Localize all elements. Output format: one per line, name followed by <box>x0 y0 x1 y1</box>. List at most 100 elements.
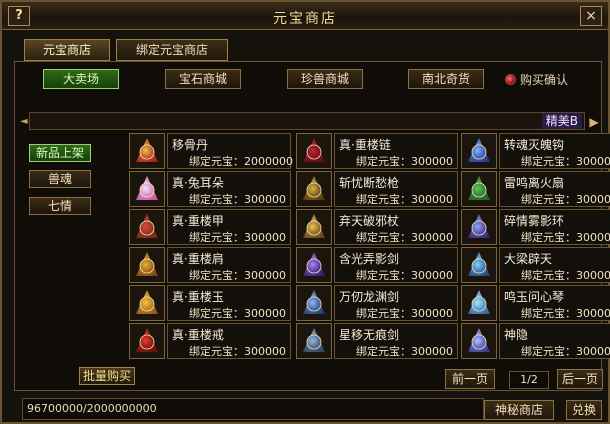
wing-icon[interactable] <box>461 323 497 359</box>
item-info[interactable]: 移骨丹 绑定元宝：2000000 <box>167 133 293 169</box>
star-sword-icon[interactable] <box>296 323 332 359</box>
staff-icon[interactable] <box>296 209 332 245</box>
shop-item[interactable]: 鸣玉问心琴绑定元宝：300000 <box>461 285 610 321</box>
sword-icon[interactable] <box>296 247 332 283</box>
side-new-arrivals-button[interactable]: 新品上架 <box>29 144 91 162</box>
price-label: 绑定元宝： <box>521 193 576 206</box>
shop-item[interactable]: 真·重楼玉 绑定元宝：300000 <box>129 285 291 321</box>
item-info[interactable]: 含光弄影剑 绑定元宝：300000 <box>334 247 458 283</box>
price-value: 300000 <box>576 345 610 358</box>
prev-page-button[interactable]: 前一页 <box>445 369 495 389</box>
item-name: 真·重楼链 <box>339 138 391 152</box>
price-value: 300000 <box>244 231 286 244</box>
shop-item[interactable]: 转魂灭魄钩绑定元宝：300000 <box>461 133 610 169</box>
shop-item[interactable]: 雷鸣离火扇绑定元宝：300000 <box>461 171 610 207</box>
exchange-button[interactable]: 兑换 <box>566 400 602 420</box>
item-name: 含光弄影剑 <box>339 252 400 266</box>
price-label: 绑定元宝： <box>356 155 411 168</box>
item-name: 碎情雾影环 <box>504 214 565 228</box>
item-info[interactable]: 真·重楼甲绑定元宝：300000 <box>167 209 291 245</box>
price-value: 300000 <box>411 345 453 358</box>
shop-item[interactable]: 真·重楼肩 绑定元宝：300000 <box>129 247 291 283</box>
category-gem-mall-button[interactable]: 宝石商城 <box>165 69 241 89</box>
radio-checked-icon[interactable] <box>505 74 516 85</box>
shop-item[interactable]: 真·重楼甲绑定元宝：300000 <box>129 209 291 245</box>
price-label: 绑定元宝： <box>356 193 411 206</box>
item-info[interactable]: 碎情雾影环绑定元宝：300000 <box>499 209 610 245</box>
item-price: 绑定元宝：300000 <box>521 153 610 169</box>
blade-icon[interactable] <box>461 247 497 283</box>
shop-item[interactable]: 真·重楼戒 绑定元宝：300000 <box>129 323 291 359</box>
shop-item[interactable]: 真·重楼链 绑定元宝：300000 <box>296 133 458 169</box>
tag-label: 精美B <box>541 113 582 129</box>
shop-item[interactable]: 神隐绑定元宝：300000 <box>461 323 610 359</box>
armor-icon[interactable] <box>129 209 165 245</box>
item-grid: 移骨丹 绑定元宝：2000000 真·重楼链 绑定元宝：300000 转魂灭魄钩 绑定元宝… <box>113 133 610 359</box>
shop-item[interactable]: 星移无痕剑 绑定元宝：300000 <box>296 323 458 359</box>
category-rare-goods-button[interactable]: 南北奇货 <box>408 69 484 89</box>
bulk-buy-button[interactable]: 批量购买 <box>79 367 135 385</box>
scroll-strip[interactable]: ◄ 精美B ▶ <box>20 112 599 130</box>
item-name: 真·重楼玉 <box>172 290 224 304</box>
item-price: 绑定元宝：300000 <box>521 267 610 283</box>
item-info[interactable]: 斩忧断愁枪 绑定元宝：300000 <box>334 171 458 207</box>
ring-weapon-icon[interactable] <box>461 209 497 245</box>
item-info[interactable]: 真·重楼肩 绑定元宝：300000 <box>167 247 291 283</box>
item-info[interactable]: 转魂灭魄钩绑定元宝：300000 <box>499 133 610 169</box>
price-value: 300000 <box>576 231 610 244</box>
side-seven-emotions-button[interactable]: 七情 <box>29 197 91 215</box>
tab-yuanbao-shop[interactable]: 元宝商店 <box>24 39 110 61</box>
item-info[interactable]: 雷鸣离火扇绑定元宝：300000 <box>499 171 610 207</box>
close-button[interactable]: × <box>580 6 602 26</box>
side-beast-soul-button[interactable]: 兽魂 <box>29 170 91 188</box>
medal-icon[interactable] <box>129 133 165 169</box>
price-value: 300000 <box>411 269 453 282</box>
item-info[interactable]: 大梁辟天绑定元宝：300000 <box>499 247 610 283</box>
item-info[interactable]: 星移无痕剑 绑定元宝：300000 <box>334 323 458 359</box>
shop-item[interactable]: 弃天破邪杖 绑定元宝：300000 <box>296 209 458 245</box>
shop-item[interactable]: 大梁辟天绑定元宝：300000 <box>461 247 610 283</box>
category-pet-mall-button[interactable]: 珍兽商城 <box>287 69 363 89</box>
shop-item[interactable]: 碎情雾影环绑定元宝：300000 <box>461 209 610 245</box>
spear-icon[interactable] <box>296 171 332 207</box>
item-info[interactable]: 万仞龙渊剑 绑定元宝：300000 <box>334 285 458 321</box>
shop-item[interactable]: 移骨丹 绑定元宝：2000000 <box>129 133 293 169</box>
red-ring-icon[interactable] <box>129 323 165 359</box>
item-info[interactable]: 弃天破邪杖 绑定元宝：300000 <box>334 209 458 245</box>
item-info[interactable]: 神隐绑定元宝：300000 <box>499 323 610 359</box>
shop-item[interactable]: 含光弄影剑 绑定元宝：300000 <box>296 247 458 283</box>
item-info[interactable]: 鸣玉问心琴绑定元宝：300000 <box>499 285 610 321</box>
jade-icon[interactable] <box>129 285 165 321</box>
shop-item[interactable]: 斩忧断愁枪 绑定元宝：300000 <box>296 171 458 207</box>
category-marketplace-button[interactable]: 大卖场 <box>43 69 119 89</box>
bunny-ears-icon[interactable] <box>129 171 165 207</box>
price-value: 300000 <box>576 307 610 320</box>
shop-item[interactable]: 万仞龙渊剑 绑定元宝：300000 <box>296 285 458 321</box>
shop-window: ? 元宝商店 × 元宝商店 绑定元宝商店 大卖场 宝石商城 珍兽商城 南北奇货 … <box>0 0 610 424</box>
scroll-left-icon[interactable]: ◄ <box>20 115 30 129</box>
item-info[interactable]: 真·重楼玉 绑定元宝：300000 <box>167 285 291 321</box>
price-value: 300000 <box>244 269 286 282</box>
item-name: 真·重楼甲 <box>172 214 224 228</box>
price-label: 绑定元宝： <box>521 307 576 320</box>
zither-icon[interactable] <box>461 285 497 321</box>
hook-weapon-icon[interactable] <box>461 133 497 169</box>
item-info[interactable]: 真·重楼戒 绑定元宝：300000 <box>167 323 291 359</box>
next-page-button[interactable]: 后一页 <box>557 369 603 389</box>
purchase-confirm-toggle[interactable]: 购买确认 <box>505 71 568 88</box>
long-sword-icon[interactable] <box>296 285 332 321</box>
item-info[interactable]: 真·重楼链 绑定元宝：300000 <box>334 133 458 169</box>
shoulder-icon[interactable] <box>129 247 165 283</box>
item-info[interactable]: 真·兔耳朵 绑定元宝：300000 <box>167 171 291 207</box>
tab-bound-yuanbao-shop[interactable]: 绑定元宝商店 <box>116 39 228 61</box>
mystery-shop-button[interactable]: 神秘商店 <box>484 400 554 420</box>
price-label: 绑定元宝： <box>189 269 244 282</box>
scroll-right-icon[interactable]: ▶ <box>586 113 602 131</box>
price-label: 绑定元宝： <box>189 231 244 244</box>
price-value: 300000 <box>244 193 286 206</box>
price-label: 绑定元宝： <box>189 155 244 168</box>
necklace-icon[interactable] <box>296 133 332 169</box>
fan-icon[interactable] <box>461 171 497 207</box>
title-bar[interactable]: ? 元宝商店 × <box>2 2 608 30</box>
shop-item[interactable]: 真·兔耳朵 绑定元宝：300000 <box>129 171 291 207</box>
